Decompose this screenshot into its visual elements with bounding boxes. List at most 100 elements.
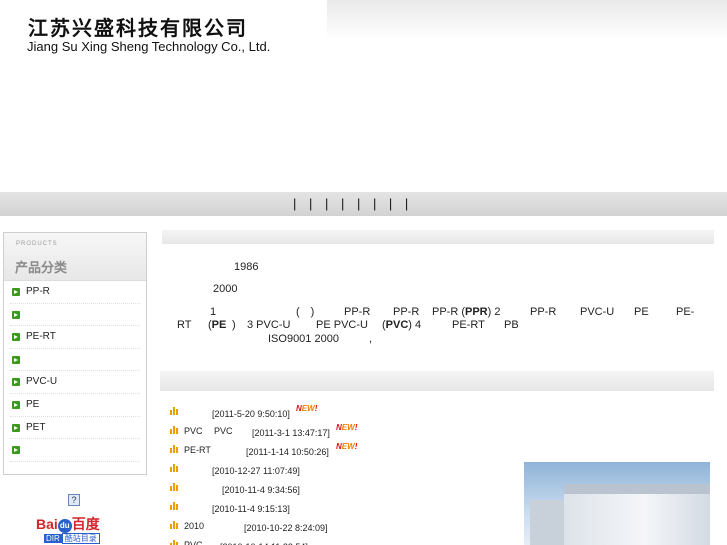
- news-item[interactable]: [2010-12-27 11:07:49]: [168, 462, 508, 481]
- intro-text: (PVC) 4: [382, 319, 421, 332]
- news-item[interactable]: 2010 [2010-10-22 8:24:09]: [168, 519, 508, 538]
- sidebar-item-label: PE-RT: [26, 331, 56, 343]
- sidebar-item[interactable]: PET: [10, 417, 140, 440]
- new-badge-icon: NEW!: [336, 423, 358, 432]
- new-badge-icon: NEW!: [336, 442, 358, 451]
- news-bullet-icon: [170, 407, 179, 415]
- news-bullet-icon: [170, 540, 179, 545]
- sidebar-item[interactable]: PE-RT: [10, 326, 140, 349]
- arrow-bullet-icon: [12, 400, 20, 409]
- news-item-date: [2010-11-4 9:34:56]: [222, 485, 300, 495]
- news-item-date: [2010-10-22 8:24:09]: [244, 523, 328, 533]
- news-section-header: [160, 371, 714, 391]
- news-bullet-icon: [170, 426, 179, 434]
- baidu-directory-badge[interactable]: ? Bai du 百度 DIR 酷站目录: [36, 494, 116, 545]
- news-item-title[interactable]: PVC: [184, 540, 203, 545]
- intro-text: PB: [504, 319, 519, 331]
- baidu-dir-text: 酷站目录: [61, 533, 100, 544]
- intro-text: ISO9001 2000: [268, 333, 339, 345]
- sidebar-item-label: PVC-U: [26, 376, 58, 388]
- company-intro-header: [162, 230, 714, 244]
- arrow-bullet-icon: [12, 355, 20, 364]
- intro-text: ( ): [296, 306, 315, 318]
- arrow-bullet-icon: [12, 310, 20, 319]
- intro-text: ): [232, 319, 236, 331]
- intro-text: PP-R (PPR) 2: [432, 306, 500, 319]
- sidebar-item[interactable]: PVC-U: [10, 371, 140, 394]
- news-bullet-icon: [170, 464, 179, 472]
- news-bullet-icon: [170, 483, 179, 491]
- intro-text: ,: [369, 333, 373, 345]
- intro-text: PP-R (: [432, 306, 465, 318]
- page: 江苏兴盛科技有限公司 Jiang Su Xing Sheng Technolog…: [0, 0, 727, 545]
- baidu-logo: Bai du 百度: [36, 514, 100, 534]
- sidebar-heading-en: PRODUCTS: [16, 241, 58, 247]
- news-item[interactable]: [2011-5-20 9:50:10] NEW!: [168, 404, 508, 424]
- intro-text: PP-R: [344, 306, 371, 318]
- sidebar-item[interactable]: [10, 349, 140, 372]
- arrow-bullet-icon: [12, 423, 20, 432]
- arrow-bullet-icon: [12, 446, 20, 455]
- sidebar-item[interactable]: [10, 304, 140, 327]
- company-logo-block[interactable]: 江苏兴盛科技有限公司 Jiang Su Xing Sheng Technolog…: [0, 0, 327, 62]
- news-bullet-icon: [170, 445, 179, 453]
- news-item-title[interactable]: PVC: [184, 426, 203, 436]
- intro-text: ) 2: [487, 306, 501, 318]
- sidebar-heading-cn: 产品分类: [15, 260, 68, 275]
- help-icon[interactable]: ?: [68, 494, 80, 506]
- company-name-cn: 江苏兴盛科技有限公司: [28, 16, 248, 40]
- intro-text: (PE: [208, 319, 226, 332]
- news-item-title[interactable]: PE-RT: [184, 445, 211, 455]
- news-list: [2011-5-20 9:50:10] NEW! PVC PVC [2011-3-1 1…: [168, 404, 508, 545]
- arrow-bullet-icon: [12, 378, 20, 387]
- intro-text: PVC-U: [580, 306, 615, 318]
- news-item-date: [2011-5-20 9:50:10]: [212, 409, 290, 419]
- news-item-date: [2010-12-27 11:07:49]: [212, 466, 300, 476]
- intro-text: ) 4: [408, 319, 422, 331]
- company-name-en: Jiang Su Xing Sheng Technology Co., Ltd.: [27, 39, 271, 54]
- news-item[interactable]: PE-RT [2011-1-14 10:50:26] NEW!: [168, 442, 508, 462]
- header-banner: 江苏兴盛科技有限公司 Jiang Su Xing Sheng Technolog…: [0, 0, 727, 190]
- news-bullet-icon: [170, 521, 179, 529]
- intro-text: PE-: [676, 306, 695, 318]
- new-badge-icon: NEW!: [296, 404, 318, 413]
- product-category-sidebar: PRODUCTS 产品分类 PP-R PE-RT PVC-U PE PET: [3, 232, 147, 475]
- baidu-dir-tag: DIR: [44, 534, 62, 543]
- news-item-date: [2010-11-4 9:15:13]: [212, 504, 290, 514]
- sidebar-item-label: PP-R: [26, 286, 50, 297]
- news-item[interactable]: [2010-11-4 9:15:13]: [168, 500, 508, 519]
- news-item[interactable]: [2010-11-4 9:34:56]: [168, 481, 508, 500]
- sidebar-heading: PRODUCTS 产品分类: [4, 233, 146, 281]
- news-item-date: [2011-1-14 10:50:26]: [246, 447, 329, 457]
- news-item[interactable]: PVC[2010-10-14 11:22:54]: [168, 538, 508, 545]
- intro-text: PE-RT: [452, 319, 485, 331]
- factory-photo: [524, 462, 710, 545]
- sidebar-item-list: PP-R PE-RT PVC-U PE PET: [4, 281, 146, 462]
- sidebar-item-label: PET: [26, 421, 46, 433]
- intro-text: 1: [210, 306, 217, 318]
- news-item-date: [2011-3-1 13:47:17]: [252, 428, 330, 438]
- sidebar-item[interactable]: PE: [10, 394, 140, 417]
- arrow-bullet-icon: [12, 288, 20, 296]
- sidebar-item[interactable]: PP-R: [10, 281, 140, 304]
- news-item-title[interactable]: 2010: [184, 521, 204, 531]
- arrow-bullet-icon: [12, 333, 20, 342]
- baidu-logo-text-b: 百度: [71, 516, 100, 532]
- news-item-title-part[interactable]: PVC: [214, 426, 233, 436]
- factory-roof-band: [564, 484, 710, 494]
- baidu-dir-label: DIR 酷站目录: [44, 533, 100, 544]
- main-nav-bar: | | | | | | | |: [0, 192, 727, 216]
- intro-text: PP-R: [530, 306, 557, 318]
- intro-text: 3 PVC-U: [247, 319, 291, 331]
- news-bullet-icon: [170, 502, 179, 510]
- intro-text-bold: PE: [211, 319, 227, 331]
- intro-text: PE PVC-U: [316, 319, 368, 331]
- intro-text-bold: PPR: [465, 306, 488, 318]
- intro-text: RT: [177, 319, 192, 331]
- baidu-paw-icon: du: [57, 519, 72, 533]
- news-item[interactable]: PVC PVC [2011-3-1 13:47:17] NEW!: [168, 423, 508, 443]
- baidu-logo-text-a: Bai: [36, 516, 58, 532]
- sidebar-item[interactable]: [10, 439, 140, 462]
- intro-year-founded: 1986: [234, 261, 259, 273]
- nav-separators: | | | | | | | |: [293, 196, 409, 211]
